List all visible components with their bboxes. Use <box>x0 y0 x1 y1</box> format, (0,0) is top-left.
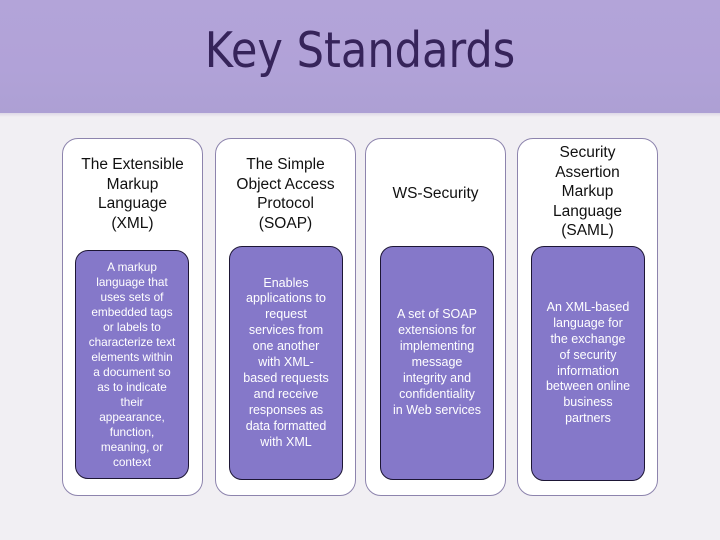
description-line: appearance, <box>99 409 165 424</box>
description-line: uses sets of <box>100 289 164 304</box>
description-line: meaning, or <box>100 439 164 454</box>
standard-name: The Simple Object Access Protocol (SOAP) <box>216 150 355 238</box>
description-line: integrity and <box>402 370 472 385</box>
standard-description-box: A markup language that uses sets of embe… <box>75 250 189 479</box>
description-line: with XML <box>260 434 312 449</box>
name-line: Markup <box>561 183 614 201</box>
slide-title: Key Standards <box>204 22 516 79</box>
description-line: An XML-based <box>546 299 630 314</box>
standard-card-saml: Security Assertion Markup Language (SAML… <box>517 138 658 496</box>
name-line: Security <box>559 144 616 162</box>
standard-card-xml: The Extensible Markup Language (XML) A m… <box>62 138 203 496</box>
description-line: a document so <box>93 364 171 379</box>
standard-name: Security Assertion Markup Language (SAML… <box>518 142 657 242</box>
description-line: information <box>557 363 619 378</box>
description-line: language for <box>553 315 623 330</box>
standard-name: The Extensible Markup Language (XML) <box>63 150 202 238</box>
standard-description-box: An XML-based language for the exchange o… <box>531 246 645 481</box>
description-line: language that <box>96 274 168 289</box>
description-line: business <box>563 395 613 410</box>
standard-name: WS-Security <box>366 150 505 238</box>
description-line: characterize text <box>88 334 176 349</box>
description-line: message <box>411 355 463 370</box>
description-line: responses as <box>248 402 324 417</box>
description-line: A set of SOAP <box>397 307 477 322</box>
description-line: A markup <box>107 259 157 274</box>
description-line: extensions for <box>398 323 476 338</box>
name-line: Language <box>98 195 167 212</box>
description-line: or labels to <box>103 319 161 334</box>
description-line: as to indicate <box>97 379 167 394</box>
description-line: and receive <box>253 386 319 401</box>
description-line: function, <box>109 424 155 439</box>
standard-card-soap: The Simple Object Access Protocol (SOAP)… <box>215 138 356 496</box>
description-line: in Web services <box>393 402 481 417</box>
standard-description-box: Enables applications to request services… <box>229 246 343 480</box>
description-line: confidentiality <box>399 386 475 401</box>
description-line: of security <box>559 347 617 362</box>
name-line: (XML) <box>111 214 154 232</box>
name-line: The Extensible <box>81 156 184 173</box>
name-line: Language <box>553 202 622 220</box>
description-line: embedded tags <box>91 304 173 319</box>
description-line: elements within <box>91 349 173 364</box>
name-line: WS-Security <box>392 185 479 203</box>
description-line: Enables <box>263 275 309 290</box>
standard-card-ws-security: WS-Security A set of SOAP extensions for… <box>365 138 506 496</box>
description-line: their <box>120 394 144 409</box>
description-line: with XML- <box>258 355 314 370</box>
name-line: Assertion <box>555 163 620 181</box>
name-line: Protocol <box>257 195 314 212</box>
description-line: applications to <box>246 291 326 306</box>
description-line: context <box>112 454 152 469</box>
name-line: The Simple <box>246 156 325 173</box>
title-band: Key Standards <box>0 0 720 117</box>
name-line: (SOAP) <box>258 214 313 232</box>
description-line: request <box>265 307 307 322</box>
description-line: based requests <box>243 370 329 385</box>
description-line: data formatted <box>245 418 327 433</box>
description-line: between online <box>545 379 631 394</box>
description-line: partners <box>565 411 611 426</box>
description-line: one another <box>252 339 320 354</box>
name-line: (SAML) <box>561 222 614 240</box>
description-line: services from <box>248 323 324 338</box>
name-line: Markup <box>106 175 159 193</box>
standard-description-box: A set of SOAP extensions for implementin… <box>380 246 494 480</box>
description-line: implementing <box>399 339 475 354</box>
name-line: Object Access <box>236 175 335 193</box>
description-line: the exchange <box>550 331 626 346</box>
